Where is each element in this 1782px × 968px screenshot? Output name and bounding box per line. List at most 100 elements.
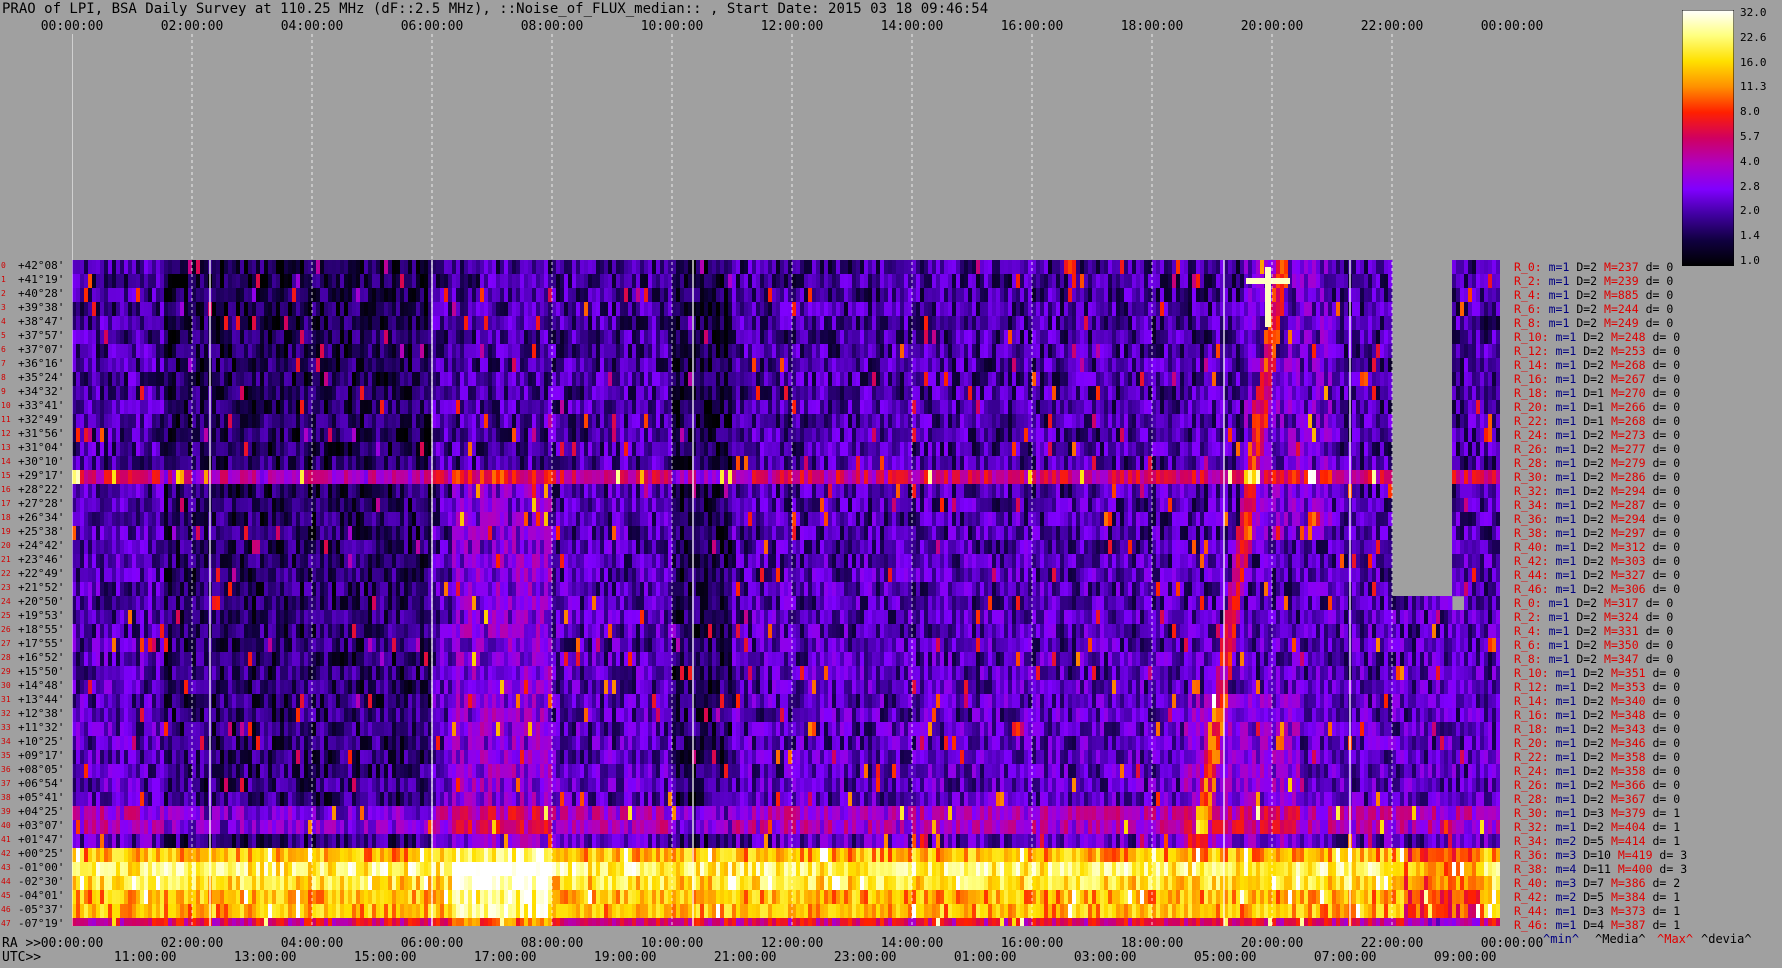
heatmap-cell [1272, 428, 1277, 443]
heatmap-cell [800, 302, 805, 317]
heatmap-cell [332, 400, 337, 415]
heatmap-cell [624, 330, 629, 345]
heatmap-cell [516, 400, 521, 415]
heatmap-cell [892, 316, 897, 331]
heatmap-cell [756, 274, 761, 289]
heatmap-cell [100, 372, 105, 387]
heatmap-cell [720, 274, 725, 289]
heatmap-cell [500, 428, 505, 443]
heatmap-cell [504, 372, 509, 387]
heatmap-cell [656, 428, 661, 443]
heatmap-cell [1276, 330, 1281, 345]
heatmap-cell [876, 288, 881, 303]
heatmap-cell [884, 260, 889, 275]
heatmap-cell [748, 372, 753, 387]
heatmap-cell [1112, 386, 1117, 401]
heatmap-cell [1108, 372, 1113, 387]
heatmap-cell [388, 358, 393, 373]
heatmap-cell [632, 414, 637, 429]
heatmap-cell [220, 456, 225, 471]
heatmap-cell [1472, 414, 1477, 429]
heatmap-cell [1320, 302, 1325, 317]
heatmap-cell [1480, 442, 1485, 457]
heatmap-cell [1124, 302, 1129, 317]
heatmap-cell [504, 274, 509, 289]
heatmap-cell [1468, 442, 1473, 457]
heatmap-cell [1492, 302, 1497, 317]
heatmap-cell [288, 400, 293, 415]
heatmap-cell [740, 428, 745, 443]
heatmap-cell [856, 428, 861, 443]
heatmap-cell [544, 442, 549, 457]
heatmap-cell [328, 442, 333, 457]
heatmap-cell [264, 274, 269, 289]
heatmap-cell [744, 428, 749, 443]
heatmap-cell [744, 274, 749, 289]
heatmap-cell [1092, 414, 1097, 429]
heatmap-cell [340, 316, 345, 331]
heatmap-cell [544, 288, 549, 303]
heatmap-cell [364, 372, 369, 387]
heatmap-cell [232, 414, 237, 429]
heatmap-cell [868, 386, 873, 401]
heatmap-cell [844, 302, 849, 317]
heatmap-cell [916, 344, 921, 359]
heatmap-cell [620, 442, 625, 457]
heatmap-cell [1372, 260, 1377, 275]
heatmap-cell [1080, 358, 1085, 373]
heatmap-cell [864, 400, 869, 415]
heatmap-cell [1132, 330, 1137, 345]
heatmap-cell [448, 358, 453, 373]
heatmap-cell [780, 316, 785, 331]
heatmap-cell [1136, 428, 1141, 443]
heatmap-cell [268, 386, 273, 401]
heatmap-cell [384, 288, 389, 303]
heatmap-cell [480, 456, 485, 471]
heatmap-cell [928, 288, 933, 303]
heatmap-cell [712, 414, 717, 429]
heatmap-cell [804, 414, 809, 429]
heatmap-cell [1232, 344, 1237, 359]
heatmap-cell [616, 344, 621, 359]
heatmap-cell [920, 428, 925, 443]
heatmap-cell [932, 372, 937, 387]
heatmap-cell [752, 288, 757, 303]
heatmap-cell [1292, 316, 1297, 331]
heatmap-cell [732, 372, 737, 387]
heatmap-cell [1340, 274, 1345, 289]
heatmap-cell [708, 372, 713, 387]
heatmap-cell [1452, 400, 1457, 415]
heatmap-cell [192, 428, 197, 443]
heatmap-cell [984, 344, 989, 359]
heatmap-cell [1068, 372, 1073, 387]
heatmap-cell [268, 288, 273, 303]
heatmap-cell [724, 330, 729, 345]
heatmap-cell [720, 372, 725, 387]
heatmap-cell [436, 400, 441, 415]
heatmap-cell [456, 428, 461, 443]
heatmap-cell [1112, 358, 1117, 373]
heatmap-cell [280, 274, 285, 289]
heatmap-cell [828, 358, 833, 373]
heatmap-cell [784, 428, 789, 443]
heatmap-cell [252, 302, 257, 317]
heatmap-cell [1100, 442, 1105, 457]
heatmap-cell [1360, 288, 1365, 303]
heatmap-cell [1332, 428, 1337, 443]
heatmap-cell [424, 386, 429, 401]
heatmap-cell [1060, 330, 1065, 345]
heatmap-cell [1256, 372, 1261, 387]
heatmap-cell [820, 358, 825, 373]
heatmap-cell [1240, 274, 1245, 289]
heatmap-cell [516, 316, 521, 331]
heatmap-cell [724, 386, 729, 401]
heatmap-cell [380, 456, 385, 471]
heatmap-cell [96, 358, 101, 373]
heatmap-cell [392, 386, 397, 401]
heatmap-cell [88, 302, 93, 317]
heatmap-cell [112, 330, 117, 345]
heatmap-cell [1360, 414, 1365, 429]
heatmap-cell [660, 260, 665, 275]
heatmap-cell [1452, 344, 1457, 359]
heatmap-cell [820, 372, 825, 387]
